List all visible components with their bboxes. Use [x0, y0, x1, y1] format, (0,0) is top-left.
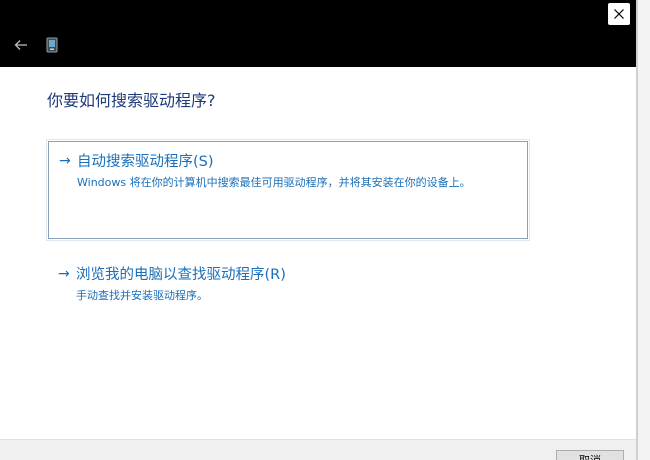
- background-window-edge-right: [637, 0, 650, 460]
- close-button[interactable]: [608, 3, 630, 25]
- dialog-heading: 你要如何搜索驱动程序?: [47, 91, 216, 110]
- update-driver-dialog: 你要如何搜索驱动程序? → 自动搜索驱动程序(S) Windows 将在你的计算…: [0, 0, 636, 460]
- dialog-footer: 取消: [0, 439, 636, 460]
- option-description: Windows 将在你的计算机中搜索最佳可用驱动程序，并将其安装在你的设备上。: [77, 176, 471, 189]
- cancel-button[interactable]: 取消: [556, 450, 624, 460]
- option-title: → 自动搜索驱动程序(S): [59, 150, 517, 171]
- option-title-text: 自动搜索驱动程序(S): [77, 154, 214, 170]
- browse-computer-option[interactable]: → 浏览我的电脑以查找驱动程序(R) 手动查找并安装驱动程序。: [48, 255, 528, 307]
- device-icon: [46, 37, 58, 53]
- screen: 搜 备 动 帐 列 备 件 别 频 算 盘 行 备 配 FF 储: [0, 0, 650, 460]
- back-button[interactable]: [12, 36, 30, 54]
- dialog-titlebar: [0, 0, 636, 67]
- arrow-right-icon: →: [59, 152, 71, 169]
- option-title-text: 浏览我的电脑以查找驱动程序(R): [76, 267, 286, 283]
- dialog-content: 你要如何搜索驱动程序? → 自动搜索驱动程序(S) Windows 将在你的计算…: [0, 67, 636, 439]
- option-description: 手动查找并安装驱动程序。: [76, 289, 208, 302]
- arrow-right-icon: →: [58, 265, 70, 282]
- search-automatically-option[interactable]: → 自动搜索驱动程序(S) Windows 将在你的计算机中搜索最佳可用驱动程序…: [46, 139, 530, 241]
- option-title: → 浏览我的电脑以查找驱动程序(R): [58, 263, 518, 284]
- back-arrow-icon: [14, 40, 27, 50]
- close-icon: [614, 9, 624, 19]
